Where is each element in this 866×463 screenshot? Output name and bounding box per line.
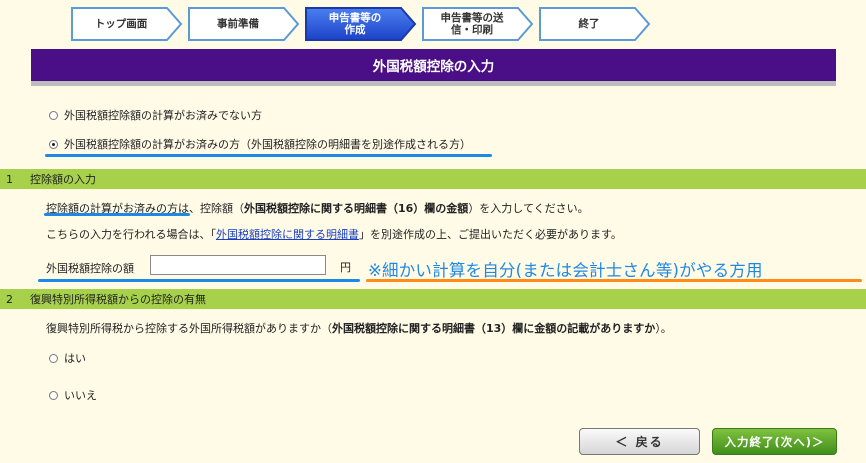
- section-title: 控除額の入力: [30, 173, 96, 186]
- radio-label: いいえ: [64, 389, 97, 402]
- step-label: 申告書等の作成: [328, 12, 382, 36]
- field-label: 外国税額控除の額: [46, 262, 134, 275]
- highlight-underline-orange: [366, 279, 862, 282]
- page-title: 外国税額控除の入力: [31, 49, 836, 81]
- radio-label: 外国税額控除額の計算がお済みでない方: [64, 109, 262, 122]
- step-label: トップ画面: [94, 18, 148, 30]
- foreign-tax-credit-amount-input[interactable]: [150, 255, 326, 275]
- question-text: 復興特別所得税から控除する外国所得税額がありますか（: [46, 322, 332, 335]
- title-divider: [31, 81, 836, 86]
- radio-yes[interactable]: はい: [49, 350, 86, 366]
- radio-not-calculated[interactable]: 外国税額控除額の計算がお済みでない方: [49, 107, 262, 123]
- radio-button[interactable]: [49, 353, 58, 363]
- description-text: ）を入力してください。: [468, 202, 589, 215]
- unit-label: 円: [340, 261, 351, 274]
- description-bold: 外国税額控除に関する明細書（16）欄の金額: [244, 202, 469, 215]
- step-label: 終了: [578, 18, 600, 30]
- radio-button[interactable]: [49, 390, 58, 400]
- section-1-header: 1 控除額の入力: [0, 169, 866, 189]
- section-number: 1: [6, 172, 13, 186]
- radio-label: 外国税額控除額の計算がお済みの方（外国税額控除の明細書を別途作成される方）: [64, 138, 471, 151]
- question-bold: 外国税額控除に関する明細書（13）欄に金額の記載がありますか: [332, 322, 656, 335]
- statement-link[interactable]: 外国税額控除に関する明細書: [216, 228, 359, 241]
- radio-button[interactable]: [49, 110, 58, 120]
- question-text: ）。: [655, 322, 672, 335]
- radio-calculated[interactable]: 外国税額控除額の計算がお済みの方（外国税額控除の明細書を別途作成される方）: [49, 136, 471, 152]
- step-label: 申告書等の送信・印刷: [440, 12, 504, 36]
- highlight-underline: [45, 154, 492, 157]
- section-number: 2: [6, 292, 13, 306]
- next-button[interactable]: 入力終了(次へ)＞: [712, 428, 837, 455]
- annotation-text: ※細かい計算を自分(または会計士さん等)がやる方用: [368, 261, 763, 280]
- radio-button-selected[interactable]: [49, 139, 58, 149]
- highlight-underline: [44, 213, 190, 216]
- section-1-note: こちらの入力を行われる場合は、「外国税額控除に関する明細書」を別途作成の上、ご提…: [46, 226, 622, 242]
- section-2-question: 復興特別所得税から控除する外国所得税額がありますか（外国税額控除に関する明細書（…: [46, 320, 672, 336]
- note-text: 」を別途作成の上、ご提出いただく必要があります。: [358, 228, 622, 241]
- section-2-header: 2 復興特別所得税額からの控除の有無: [0, 289, 866, 309]
- note-text: こちらの入力を行われる場合は、「: [46, 228, 216, 241]
- section-title: 復興特別所得税額からの控除の有無: [30, 293, 206, 306]
- back-button[interactable]: ＜ 戻る: [579, 428, 700, 455]
- highlight-underline: [38, 279, 360, 282]
- radio-no[interactable]: いいえ: [49, 387, 97, 403]
- step-label: 事前準備: [217, 18, 259, 30]
- radio-label: はい: [64, 352, 86, 365]
